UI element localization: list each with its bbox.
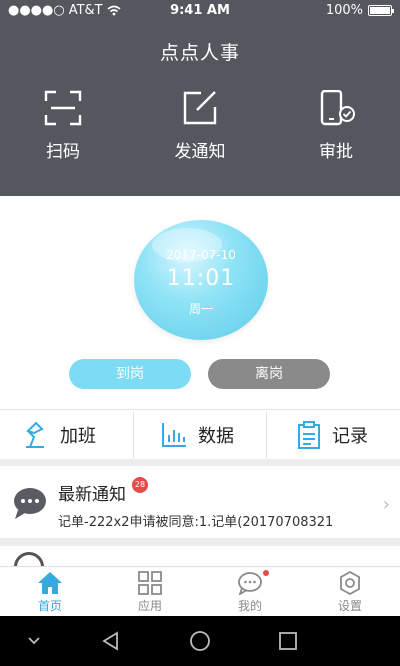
- scan-label: 扫码: [46, 142, 80, 162]
- recents-square-icon: [279, 632, 297, 650]
- tab-home[interactable]: 首页: [0, 567, 100, 617]
- clipboard-icon: [298, 421, 320, 449]
- scan-icon: [44, 90, 82, 126]
- apps-grid-icon: [138, 571, 162, 595]
- phone-check-icon: [320, 90, 355, 126]
- battery-icon: [368, 5, 394, 16]
- list-item-partial[interactable]: [0, 546, 400, 566]
- approve-label: 审批: [319, 142, 353, 162]
- quick-divider: [266, 412, 267, 458]
- home-icon: [38, 572, 62, 594]
- tab-apps-label: 应用: [137, 599, 162, 613]
- clock-time: 11:01: [166, 266, 236, 291]
- notice-preview: 记单-222x2申请被同意:1.记单(20170708321: [58, 515, 334, 530]
- data-label: 数据: [198, 426, 234, 447]
- edit-icon: [183, 91, 217, 125]
- nav-back-button[interactable]: [80, 616, 140, 666]
- tab-bar: 首页 应用 我的 设置: [0, 566, 400, 616]
- app-header: 点点人事 扫码 发通知 审批: [0, 22, 400, 196]
- status-bar: ●●●●○ AT&T 9:41 AM 100%: [0, 0, 400, 22]
- message-icon: [238, 572, 262, 595]
- scan-button[interactable]: 扫码: [13, 90, 113, 162]
- nav-home-button[interactable]: [170, 616, 230, 666]
- send-notice-label: 发通知: [174, 142, 226, 162]
- nav-collapse-button[interactable]: [4, 616, 64, 666]
- tab-mine[interactable]: 我的: [200, 567, 300, 617]
- overtime-label: 加班: [60, 426, 96, 447]
- partial-item-icon: [14, 552, 44, 566]
- settings-icon: [340, 571, 360, 595]
- approve-button[interactable]: 审批: [286, 90, 386, 162]
- chat-bubble-icon: [14, 488, 46, 519]
- chevron-right-icon: ›: [382, 494, 390, 515]
- battery-group: 100%: [325, 3, 394, 18]
- clock-bubble[interactable]: 2017-07-10 11:01 周一: [134, 220, 268, 340]
- tab-settings[interactable]: 设置: [300, 567, 400, 617]
- arrive-button[interactable]: 到岗: [69, 359, 191, 389]
- overtime-lamp-icon: [26, 421, 44, 448]
- tab-mine-label: 我的: [237, 599, 262, 613]
- back-triangle-icon: [102, 631, 118, 651]
- quick-divider: [133, 412, 134, 458]
- app-title: 点点人事: [159, 42, 240, 64]
- tab-settings-label: 设置: [337, 599, 362, 613]
- leave-button[interactable]: 离岗: [208, 359, 330, 389]
- unread-dot: [263, 570, 269, 576]
- overtime-link[interactable]: 加班: [22, 410, 96, 460]
- chevron-down-icon: [28, 637, 40, 645]
- clock-date: 2017-07-10: [166, 248, 236, 262]
- clock-weekday: 周一: [188, 302, 213, 316]
- send-notice-button[interactable]: 发通知: [150, 90, 250, 162]
- clock-panel: 2017-07-10 11:01 周一 到岗 离岗: [0, 196, 400, 409]
- system-nav-bar: [0, 616, 400, 666]
- tab-apps[interactable]: 应用: [100, 567, 200, 617]
- records-link[interactable]: 记录: [296, 410, 368, 460]
- tab-home-label: 首页: [37, 599, 62, 613]
- quick-links: 加班 数据 记录: [0, 409, 400, 459]
- data-link[interactable]: 数据: [160, 410, 234, 460]
- home-circle-icon: [190, 631, 210, 651]
- bar-chart-icon: [162, 423, 186, 447]
- notice-title: 最新通知: [58, 485, 126, 505]
- records-label: 记录: [332, 426, 368, 447]
- nav-recents-button[interactable]: [258, 616, 318, 666]
- notice-badge: 28: [132, 477, 148, 493]
- latest-notice-row[interactable]: 最新通知 28 记单-222x2申请被同意:1.记单(20170708321 ›: [0, 466, 400, 538]
- battery-percent: 100%: [325, 3, 363, 18]
